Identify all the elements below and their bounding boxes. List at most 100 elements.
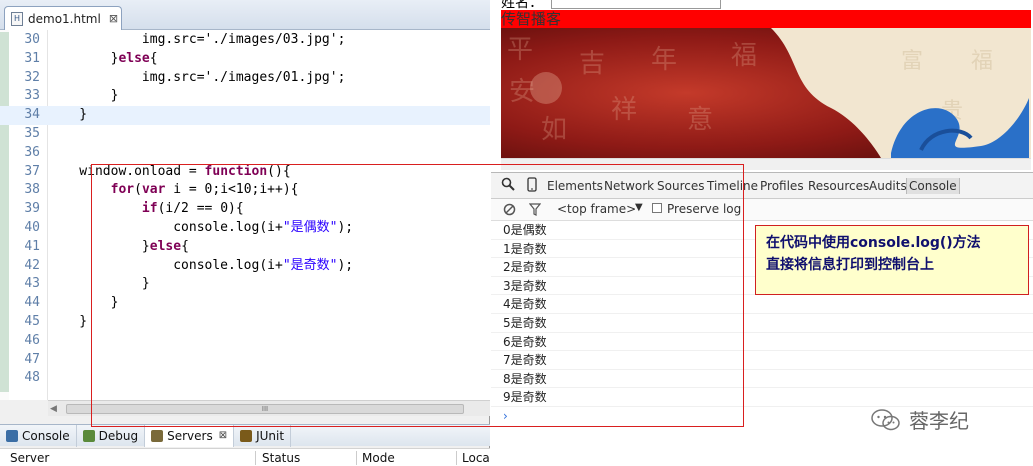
code-text: if(i/2 == 0){ — [48, 200, 244, 219]
code-text: img.src='./images/03.jpg'; — [48, 31, 346, 50]
line-number: 44 — [24, 295, 40, 311]
console-message: 6是奇数 — [491, 333, 1033, 352]
servers-table-header: Server Status Mode Loca — [0, 448, 490, 466]
editor-tab-label: demo1.html — [28, 11, 101, 26]
code-text: }else{ — [48, 238, 189, 257]
code-string: "是奇数" — [282, 257, 338, 273]
debug-view-icon — [82, 429, 95, 442]
scroll-corner — [0, 400, 48, 416]
code-token: ( — [134, 182, 142, 198]
chevron-down-icon[interactable]: ▼ — [635, 202, 643, 213]
line-number: 34 — [24, 107, 40, 123]
tab-timeline[interactable]: Timeline — [707, 179, 758, 193]
code-token: } — [48, 295, 119, 311]
svg-text:福: 福 — [731, 41, 757, 71]
tab-elements[interactable]: Elements — [547, 179, 603, 193]
code-token: { — [181, 238, 189, 254]
browser-window: 姓名： 传智播客 平安如 吉祥年 意福 富 福 贵 Elements Netwo… — [491, 0, 1033, 466]
svg-text:如: 如 — [541, 115, 567, 145]
code-line[interactable]: 35 — [0, 125, 490, 144]
line-number: 47 — [24, 351, 40, 367]
code-text: for(var i = 0;i<10;i++){ — [48, 181, 299, 200]
code-line[interactable]: 33 } — [0, 87, 490, 106]
tab-profiles[interactable]: Profiles — [760, 179, 804, 193]
frame-selector[interactable]: <top frame> — [557, 202, 636, 216]
code-line[interactable]: 46 — [0, 332, 490, 351]
device-mode-icon[interactable] — [527, 177, 537, 195]
column-header-location[interactable]: Loca — [462, 451, 490, 465]
code-text: window.onload = function(){ — [48, 163, 290, 182]
tab-network[interactable]: Network — [604, 179, 654, 193]
code-line[interactable]: 42 console.log(i+"是奇数"); — [0, 257, 490, 276]
code-line[interactable]: 37 window.onload = function(){ — [0, 163, 490, 182]
console-prompt-icon[interactable]: › — [503, 409, 508, 423]
code-line[interactable]: 36 — [0, 144, 490, 163]
line-number: 37 — [24, 163, 40, 179]
code-area[interactable]: 30 img.src='./images/03.jpg'; 31 }else{32… — [0, 30, 490, 400]
view-tab-label: Console — [22, 428, 70, 443]
close-icon[interactable]: ⊠ — [219, 430, 227, 441]
code-line[interactable]: 45 } — [0, 313, 490, 332]
svg-text:平: 平 — [507, 35, 533, 65]
clear-console-icon[interactable] — [503, 203, 516, 219]
code-line[interactable]: 38 for(var i = 0;i<10;i++){ — [0, 181, 490, 200]
code-line[interactable]: 34 } — [0, 106, 490, 125]
code-line[interactable]: 44 } — [0, 294, 490, 313]
editor-tab-demo1[interactable]: H demo1.html ⊠ — [4, 6, 122, 30]
line-number: 36 — [24, 144, 40, 160]
line-number: 38 — [24, 182, 40, 198]
line-number: 45 — [24, 314, 40, 329]
svg-text:吉: 吉 — [579, 49, 605, 79]
preserve-log-checkbox[interactable] — [652, 203, 662, 213]
tab-sources[interactable]: Sources — [657, 179, 704, 193]
close-icon[interactable]: ⊠ — [109, 12, 118, 25]
screenshot-root: H demo1.html ⊠ 30 img.src='./images/03.j… — [0, 0, 1033, 466]
code-text: console.log(i+"是偶数"); — [48, 219, 353, 238]
code-line[interactable]: 32 img.src='./images/01.jpg'; — [0, 69, 490, 88]
scrollbar-thumb[interactable]: III — [66, 404, 464, 414]
view-tab-junit[interactable]: JUnit — [234, 424, 292, 447]
column-header-mode[interactable]: Mode — [362, 451, 395, 465]
column-header-status[interactable]: Status — [262, 451, 300, 465]
code-line[interactable]: 41 }else{ — [0, 238, 490, 257]
code-line[interactable]: 47 — [0, 351, 490, 370]
tab-resources[interactable]: Resources — [808, 179, 869, 193]
code-line[interactable]: 31 }else{ — [0, 50, 490, 69]
column-header-server[interactable]: Server — [10, 451, 49, 465]
code-text: } — [48, 87, 119, 106]
code-keyword: else — [118, 50, 150, 66]
console-message: 7是奇数 — [491, 351, 1033, 370]
view-tab-servers[interactable]: Servers ⊠ — [145, 424, 235, 447]
code-line[interactable]: 48 — [0, 369, 490, 388]
column-divider — [356, 451, 357, 465]
line-number: 39 — [24, 201, 40, 217]
svg-text:意: 意 — [687, 105, 713, 135]
tab-audits[interactable]: Audits — [869, 179, 907, 193]
callout-line-1: 在代码中使用console.log()方法 — [766, 235, 981, 251]
code-line[interactable]: 39 if(i/2 == 0){ — [0, 200, 490, 219]
scroll-left-arrow-icon[interactable]: ◀ — [50, 404, 57, 414]
console-filter-bar: <top frame> ▼ Preserve log — [491, 199, 1033, 221]
filter-icon[interactable] — [528, 203, 542, 219]
console-view-icon — [6, 429, 18, 442]
view-tab-console[interactable]: Console — [0, 424, 77, 447]
line-number: 33 — [24, 88, 40, 104]
name-input[interactable] — [551, 0, 721, 9]
code-line[interactable]: 43 } — [0, 275, 490, 294]
banner-image: 平安如 吉祥年 意福 富福贵 — [501, 28, 1031, 158]
horizontal-scrollbar[interactable]: ◀ III — [48, 400, 490, 416]
code-keyword: else — [149, 238, 182, 254]
page-horizontal-scrollbar[interactable] — [501, 158, 1031, 170]
code-line[interactable]: 40 console.log(i+"是偶数"); — [0, 219, 490, 238]
banner-artwork: 平安如 吉祥年 意福 富福贵 — [501, 28, 1031, 158]
view-tab-debug[interactable]: Debug — [77, 424, 146, 447]
code-text: } — [48, 294, 119, 313]
code-token: { — [149, 50, 158, 66]
tab-console[interactable]: Console — [906, 178, 960, 194]
view-tab-label: Servers — [167, 428, 213, 443]
code-keyword: for — [110, 182, 135, 198]
search-icon[interactable] — [501, 177, 515, 194]
page-form-area: 姓名： — [491, 0, 1033, 11]
code-line[interactable]: 30 img.src='./images/03.jpg'; — [0, 31, 490, 50]
line-number: 32 — [24, 69, 40, 85]
